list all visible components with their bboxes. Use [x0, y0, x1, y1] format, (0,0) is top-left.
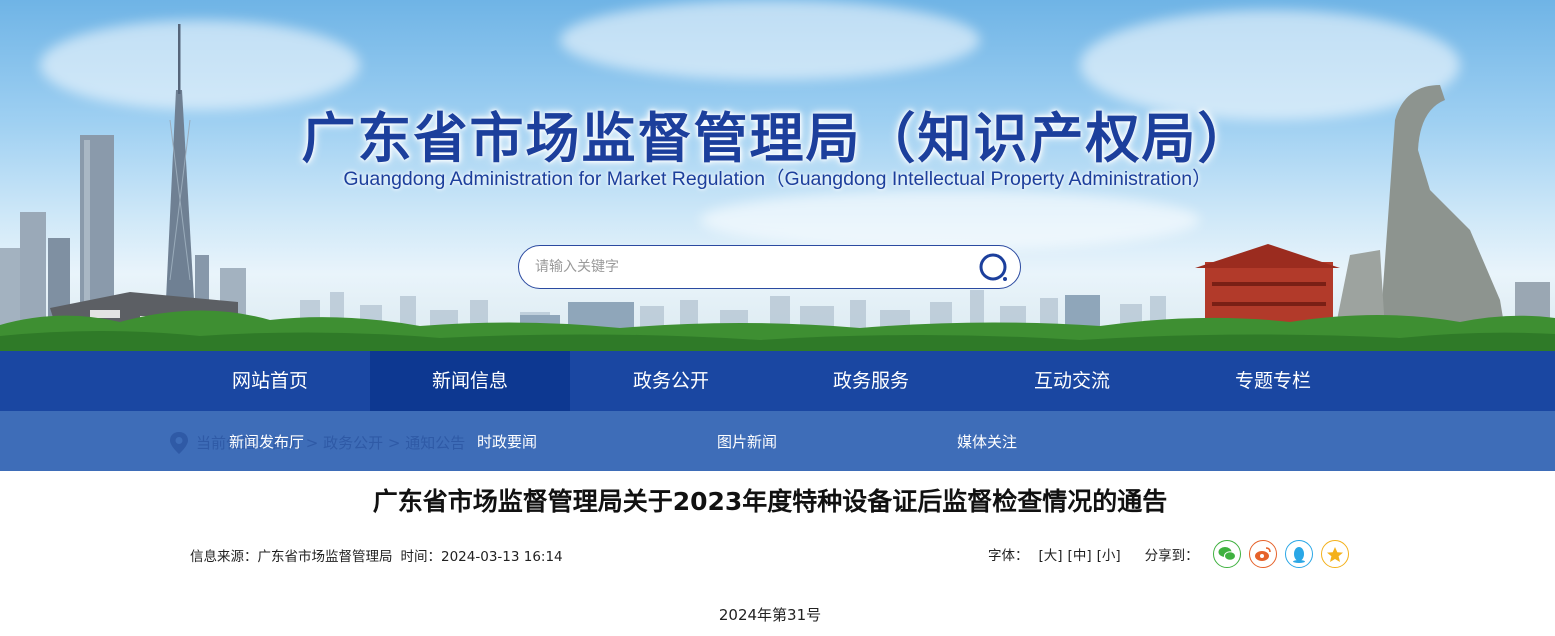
document-number: 2024年第31号	[718, 606, 822, 624]
submenu-item-photo-news[interactable]: 图片新闻	[717, 411, 777, 471]
weibo-icon[interactable]	[1248, 540, 1277, 568]
nav-item-special-topics[interactable]: 专题专栏	[1173, 351, 1373, 411]
article-meta: 信息来源：广东省市场监督管理局 时间：2024-03-13 16:14	[190, 545, 571, 565]
font-size-small-button[interactable]: [小]	[1097, 544, 1121, 564]
share-label: 分享到：	[1144, 548, 1199, 564]
search-box	[518, 245, 1021, 289]
publish-time: 时间：2024-03-13 16:14	[400, 549, 563, 565]
search-icon[interactable]	[978, 252, 1010, 284]
info-source: 信息来源：广东省市场监督管理局	[190, 549, 393, 565]
site-subtitle: Guangdong Administration for Market Regu…	[343, 168, 1212, 190]
submenu-item-press-hall[interactable]: 新闻发布厅	[229, 411, 304, 471]
search-input[interactable]	[519, 247, 959, 287]
main-navigation: 网站首页 新闻信息 政务公开 政务服务 互动交流 专题专栏	[0, 351, 1555, 411]
qzone-icon[interactable]	[1320, 540, 1349, 568]
submenu-item-media-focus[interactable]: 媒体关注	[957, 411, 1017, 471]
nav-item-interaction[interactable]: 互动交流	[972, 351, 1172, 411]
nav-item-government-affairs[interactable]: 政务公开	[571, 351, 771, 411]
nav-item-news[interactable]: 新闻信息	[370, 351, 570, 411]
article-tools: 字体： [大] [中] [小] 分享到：	[988, 538, 1357, 570]
submenu-item-current-affairs[interactable]: 时政要闻	[477, 411, 537, 471]
news-submenu: 当前位置：首页 > 政务公开 > 通知公告 新闻发布厅 时政要闻 图片新闻 媒体…	[0, 411, 1555, 471]
qq-icon[interactable]	[1284, 540, 1313, 568]
nav-item-government-services[interactable]: 政务服务	[771, 351, 971, 411]
wechat-icon[interactable]	[1212, 540, 1241, 568]
font-size-label: 字体：	[988, 548, 1029, 564]
location-pin-icon	[170, 432, 188, 454]
article-title: 广东省市场监督管理局关于2023年度特种设备证后监督检查情况的通告	[372, 487, 1168, 516]
header-banner: 广东省市场监督管理局（知识产权局） Guangdong Administrati…	[0, 0, 1555, 351]
font-size-medium-button[interactable]: [中]	[1068, 544, 1092, 564]
font-size-large-button[interactable]: [大]	[1039, 544, 1063, 564]
nav-item-home[interactable]: 网站首页	[170, 351, 370, 411]
